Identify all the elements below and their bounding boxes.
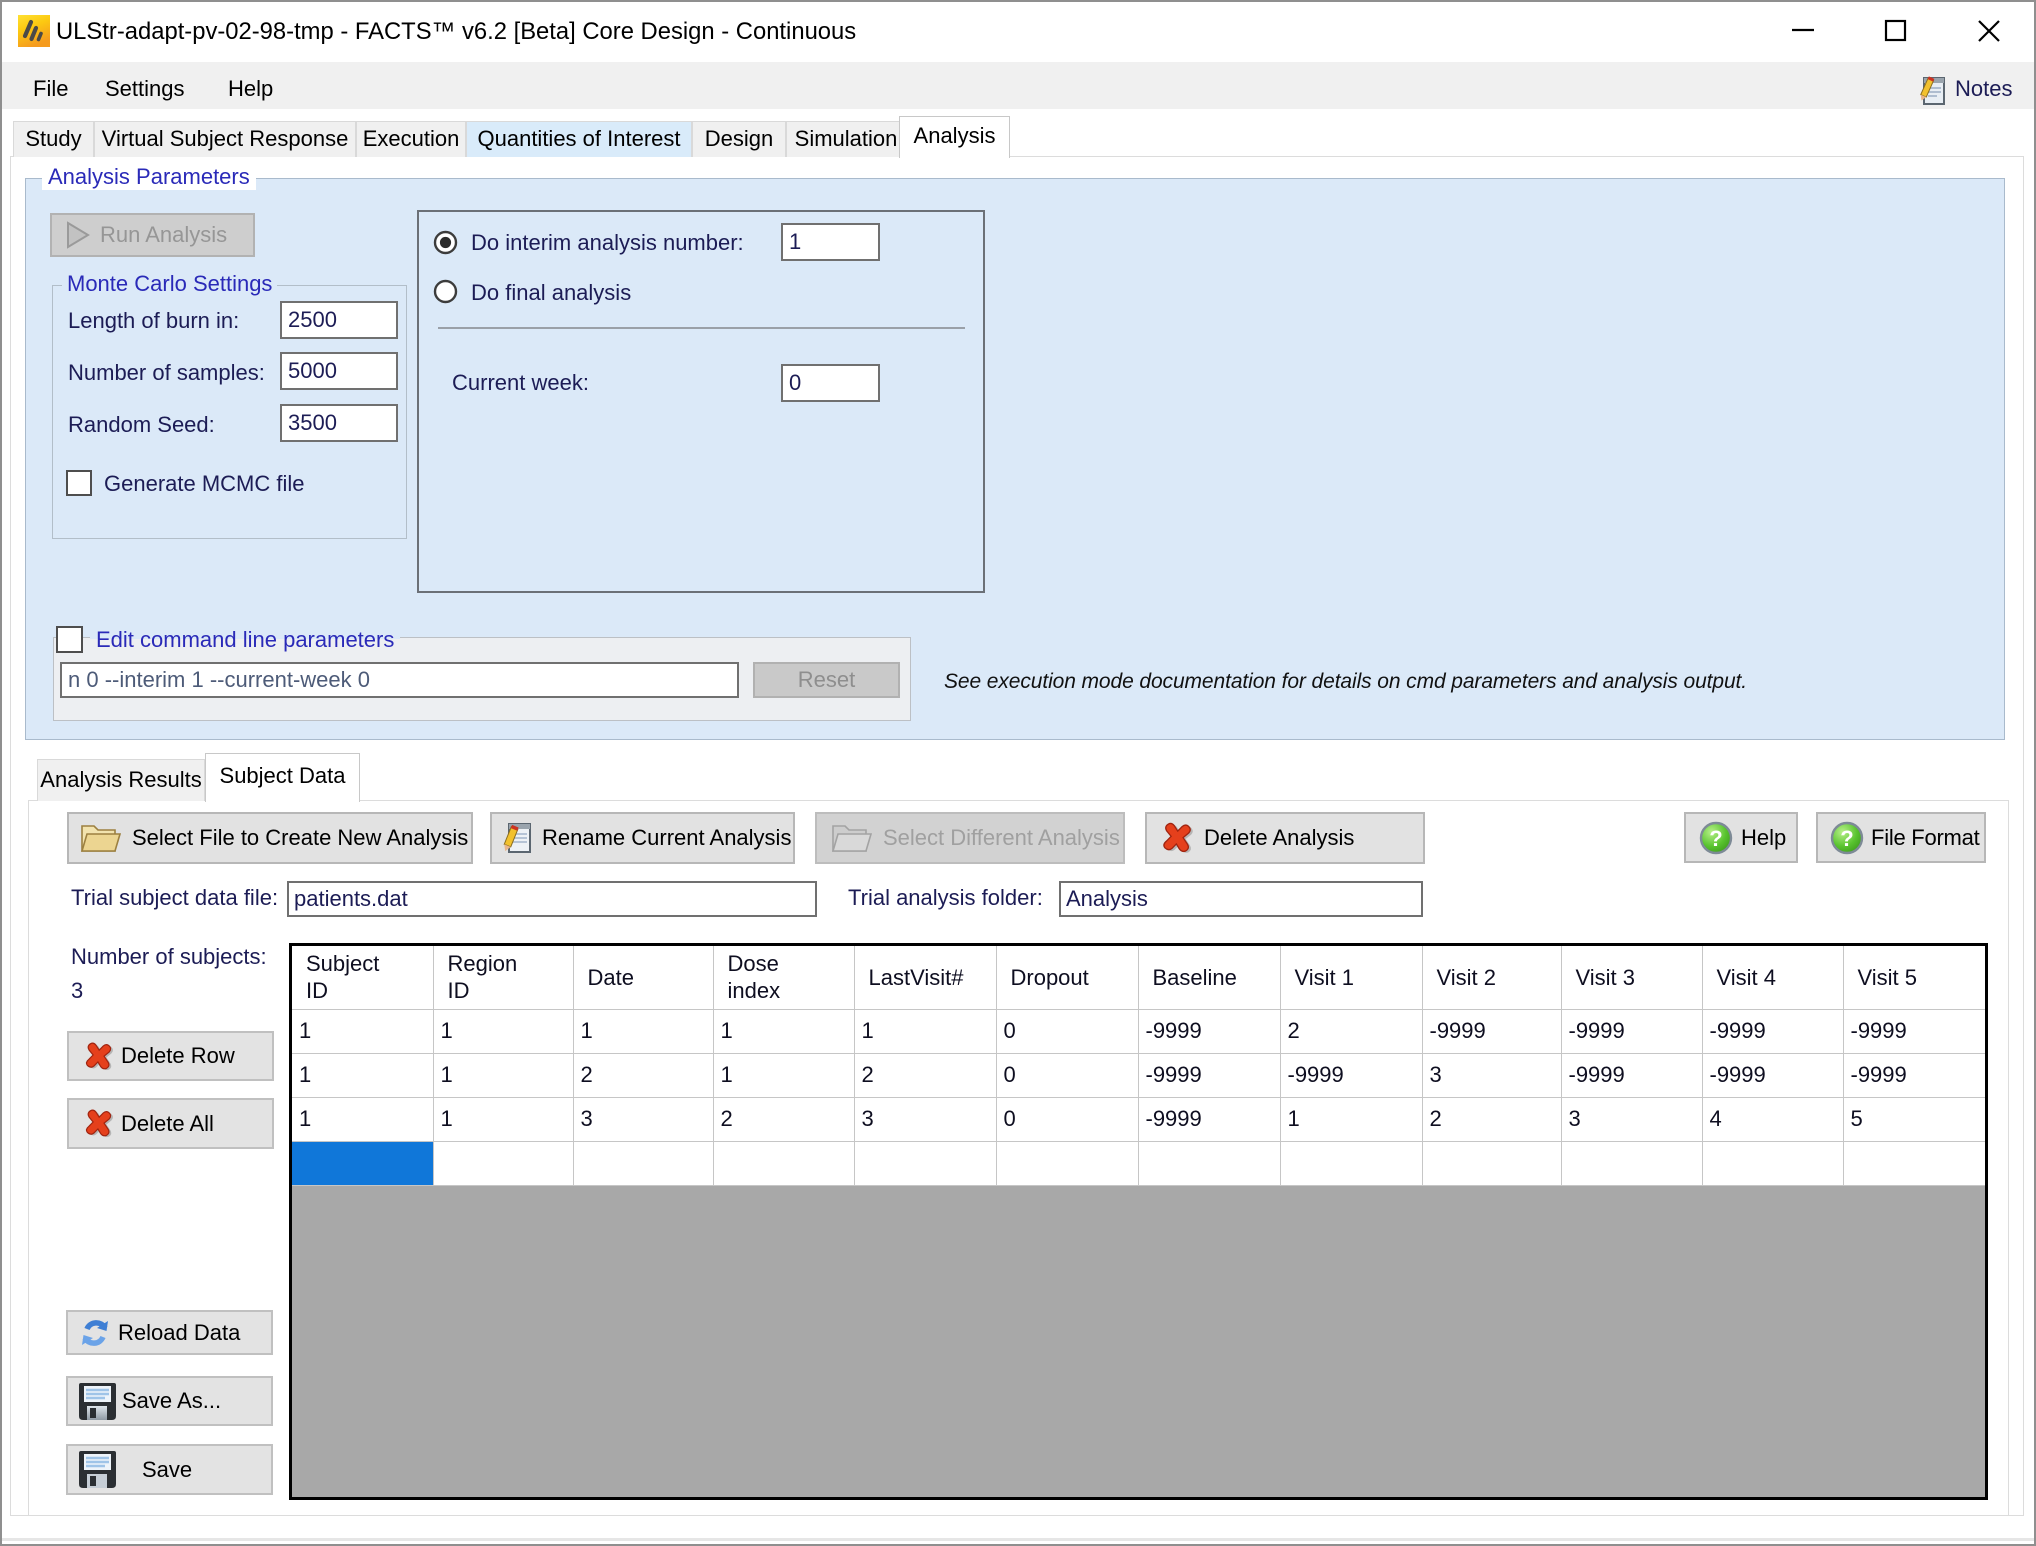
- svg-text:?: ?: [1709, 826, 1722, 851]
- svg-text:?: ?: [1840, 826, 1853, 851]
